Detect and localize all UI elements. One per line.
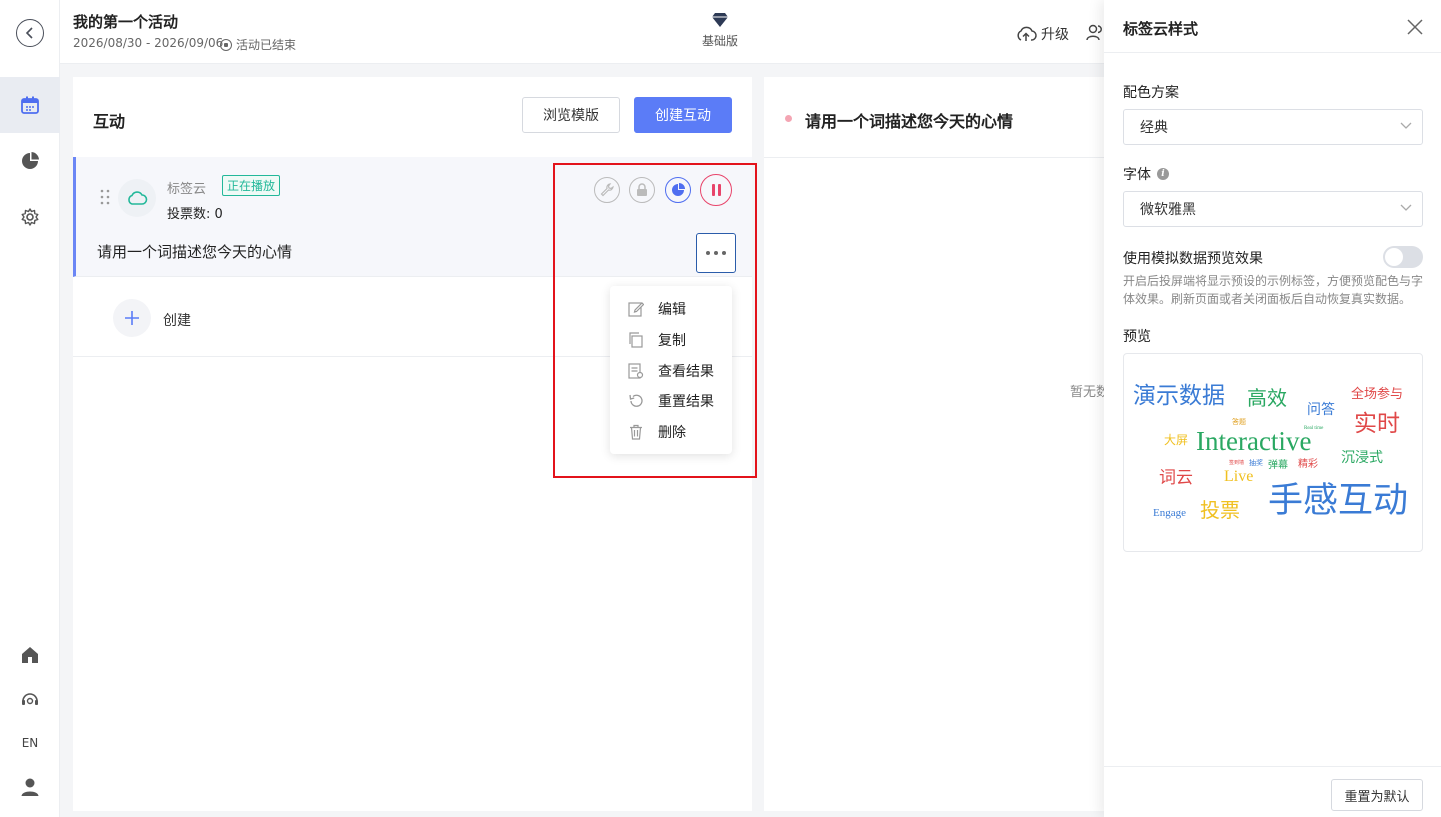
- interaction-type: 标签云: [167, 182, 207, 197]
- cloud-word: 答题: [1232, 418, 1246, 426]
- info-icon[interactable]: i: [1157, 168, 1169, 180]
- divider: [764, 157, 1109, 158]
- cloud-word: 实时: [1354, 411, 1400, 436]
- cloud-word: 演示数据: [1133, 383, 1225, 408]
- home-icon: [22, 647, 38, 663]
- cloud-word: 词云: [1159, 468, 1193, 487]
- stop-icon: [220, 38, 232, 51]
- cloud-word: 问答: [1307, 403, 1335, 418]
- word-cloud-preview: 演示数据 高效 全场参与 问答 实时 答题 大屏 Interactive Rea…: [1123, 353, 1423, 552]
- word-cloud-style-panel: 标签云样式 配色方案 经典 字体 i 微软雅黑 使用模拟数据预览效果 开启后投屏…: [1104, 0, 1441, 817]
- panel-title: 标签云样式: [1123, 20, 1199, 38]
- interactions-title: 互动: [93, 112, 126, 131]
- plan-badge[interactable]: 基础版: [700, 12, 740, 49]
- color-scheme-value: 经典: [1140, 120, 1168, 136]
- nav-profile[interactable]: [0, 759, 60, 815]
- cloud-word: 沉浸式: [1341, 451, 1383, 466]
- color-scheme-label: 配色方案: [1123, 85, 1179, 101]
- cloud-word: 精彩: [1298, 459, 1318, 470]
- cloud-word: Real time: [1304, 426, 1324, 431]
- upgrade-label: 升级: [1041, 27, 1069, 43]
- preview-label: 预览: [1123, 329, 1151, 345]
- close-icon[interactable]: [1405, 17, 1425, 37]
- event-title: 我的第一个活动: [73, 13, 179, 31]
- cloud-word: 全场参与: [1351, 386, 1404, 401]
- event-status: 活动已结束: [220, 36, 296, 53]
- cloud-word: 签到墙: [1229, 461, 1245, 466]
- chevron-left-icon: [25, 27, 33, 39]
- mock-data-help: 开启后投屏端将显示预设的示例标签，方便预览配色与字体效果。刷新页面或者关闭面板后…: [1123, 274, 1424, 306]
- users-button[interactable]: [1086, 24, 1106, 46]
- gear-icon: [21, 208, 39, 226]
- font-label: 字体: [1123, 167, 1151, 183]
- create-interaction-button[interactable]: 创建互动: [634, 97, 732, 133]
- nav-settings[interactable]: [0, 189, 60, 245]
- headset-icon: [22, 693, 38, 705]
- pie-chart-icon: [22, 152, 39, 169]
- plan-label: 基础版: [701, 34, 738, 48]
- font-label-row: 字体 i: [1123, 164, 1169, 184]
- back-button[interactable]: [16, 19, 44, 47]
- highlight-annotation: [553, 163, 757, 478]
- top-header: 我的第一个活动 2026/08/30 - 2026/09/06 活动已结束 基础…: [60, 0, 1105, 64]
- upgrade-button[interactable]: 升级: [1015, 24, 1069, 44]
- users-icon: [1086, 24, 1102, 41]
- cloud-word: 抽奖: [1249, 459, 1263, 467]
- divider: [1104, 52, 1441, 53]
- cloud-word: 高效: [1247, 388, 1287, 410]
- cloud-word: 大屏: [1164, 433, 1189, 447]
- preview-question-title: 请用一个词描述您今天的心情: [805, 112, 1014, 131]
- word-cloud-icon: [118, 179, 156, 217]
- chevron-down-icon: [1400, 204, 1412, 211]
- create-label: 创建: [163, 313, 191, 329]
- color-scheme-select[interactable]: 经典: [1123, 109, 1423, 145]
- plus-icon: [113, 299, 151, 337]
- cloud-word: 投票: [1200, 500, 1240, 522]
- nav-calendar[interactable]: [0, 77, 60, 133]
- cloud-word: 手感互动: [1268, 481, 1409, 520]
- font-value: 微软雅黑: [1140, 202, 1196, 218]
- reset-default-button[interactable]: 重置为默认: [1331, 779, 1423, 811]
- divider: [1104, 766, 1441, 767]
- event-status-text: 活动已结束: [236, 38, 297, 52]
- mock-data-label: 使用模拟数据预览效果: [1123, 251, 1263, 267]
- event-dates: 2026/08/30 - 2026/09/06: [73, 36, 224, 50]
- font-select[interactable]: 微软雅黑: [1123, 191, 1423, 227]
- interaction-question: 请用一个词描述您今天的心情: [97, 243, 293, 261]
- user-icon: [21, 778, 39, 796]
- mock-data-toggle[interactable]: [1383, 246, 1423, 268]
- nav-stats[interactable]: [0, 133, 60, 189]
- cloud-word: Live: [1224, 468, 1254, 485]
- cloud-word: Engage: [1153, 507, 1186, 519]
- preview-card: 请用一个词描述您今天的心情 暂无数: [764, 77, 1109, 811]
- cloud-word: Interactive: [1196, 426, 1312, 456]
- vote-count: 投票数: 0: [167, 207, 223, 222]
- browse-templates-button[interactable]: 浏览模版: [522, 97, 620, 133]
- left-rail: EN: [0, 0, 60, 817]
- chevron-down-icon: [1400, 122, 1412, 129]
- cloud-upload-icon: [1017, 26, 1037, 41]
- playing-badge: 正在播放: [222, 175, 281, 196]
- calendar-icon: [21, 96, 39, 114]
- drag-handle-icon[interactable]: [100, 189, 110, 205]
- cloud-word: 弹幕: [1268, 460, 1288, 471]
- status-dot: [785, 115, 792, 122]
- diamond-icon: [712, 13, 728, 27]
